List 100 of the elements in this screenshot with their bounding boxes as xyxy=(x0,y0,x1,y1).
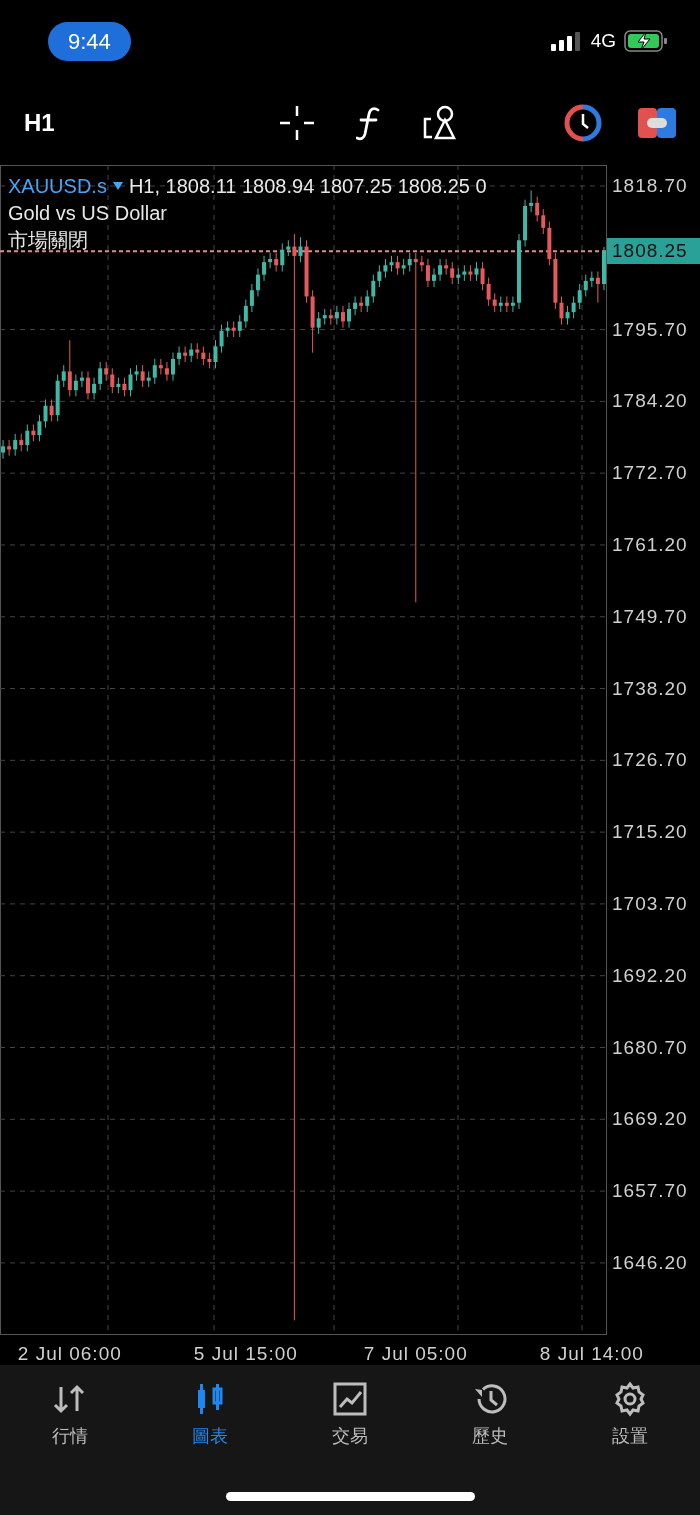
candlestick xyxy=(25,423,30,452)
price-label: 1795.70 xyxy=(612,318,688,341)
price-label: 1692.20 xyxy=(612,964,688,987)
tab-item[interactable]: 圖表 xyxy=(140,1381,280,1450)
quote-text: H1, 1808.11 1808.94 1807.25 1808.25 0 xyxy=(128,174,487,199)
candlestick xyxy=(486,277,491,307)
price-label: 1818.70 xyxy=(612,174,688,197)
price-label: 1772.70 xyxy=(612,462,688,485)
price-label: 1646.20 xyxy=(612,1251,688,1274)
time-label: 5 Jul 15:00 xyxy=(193,1342,298,1366)
candlestick xyxy=(407,252,412,273)
candlestick xyxy=(219,324,224,354)
tab-item[interactable]: 行情 xyxy=(0,1381,140,1450)
candlestick xyxy=(213,339,218,369)
candlestick xyxy=(425,258,430,288)
candlestick xyxy=(347,302,352,329)
candlestick xyxy=(535,196,540,223)
candlestick xyxy=(334,305,339,326)
candlestick xyxy=(510,295,515,313)
tab-item[interactable]: 交易 xyxy=(280,1381,420,1450)
candlestick xyxy=(98,361,103,391)
status-time: 9:44 xyxy=(48,21,131,61)
timeframe-button[interactable]: H1 xyxy=(24,104,84,141)
candlestick xyxy=(480,261,485,291)
candlestick xyxy=(79,370,84,388)
function-icon[interactable] xyxy=(356,104,382,141)
price-label: 1657.70 xyxy=(612,1180,688,1203)
candlestick xyxy=(61,364,66,388)
price-label: 1680.70 xyxy=(612,1036,688,1059)
candlestick xyxy=(262,255,267,282)
candlestick xyxy=(492,292,497,313)
candlestick xyxy=(395,255,400,276)
price-label: 1784.20 xyxy=(612,390,688,413)
candlestick xyxy=(177,345,182,366)
candlestick xyxy=(383,258,388,279)
candlestick xyxy=(152,358,157,385)
candlestick xyxy=(413,252,418,603)
candlestick xyxy=(7,439,12,457)
price-label: 1726.70 xyxy=(612,749,688,772)
candlestick xyxy=(49,398,54,422)
candlestick xyxy=(419,255,424,273)
candlestick xyxy=(128,367,133,397)
candlestick xyxy=(316,311,321,335)
candlestick xyxy=(164,361,169,382)
market-status: 市場關閉 xyxy=(8,228,88,253)
time-label: 8 Jul 14:00 xyxy=(539,1342,644,1366)
candlestick xyxy=(183,345,188,363)
candlestick xyxy=(541,208,546,235)
candlestick xyxy=(140,364,145,388)
candlestick xyxy=(86,370,91,400)
shapes-icon[interactable] xyxy=(422,104,458,141)
candlestick xyxy=(73,374,78,397)
candlestick xyxy=(583,274,588,297)
price-label: 1703.70 xyxy=(612,892,688,915)
candlestick xyxy=(249,283,254,313)
candlestick xyxy=(438,258,443,282)
price-label: 1669.20 xyxy=(612,1108,688,1131)
candlestick xyxy=(353,295,358,316)
time-label: 7 Jul 05:00 xyxy=(363,1342,468,1366)
network-label: 4G xyxy=(590,28,616,53)
symbol-description: Gold vs US Dollar xyxy=(8,201,167,226)
crosshair-icon[interactable] xyxy=(278,103,316,142)
toggle-icon[interactable] xyxy=(638,107,676,138)
clock-icon[interactable] xyxy=(564,103,602,142)
candlestick xyxy=(377,264,382,288)
candlestick xyxy=(122,377,127,397)
symbol-link[interactable]: XAUUSD.s xyxy=(8,171,107,201)
candlestick xyxy=(158,358,163,376)
candlestick xyxy=(243,299,248,329)
price-label: 1738.20 xyxy=(612,677,688,700)
candlestick xyxy=(571,295,576,319)
candlestick xyxy=(1,439,6,460)
candlestick xyxy=(432,267,437,288)
candlestick xyxy=(577,283,582,310)
candlestick xyxy=(237,314,242,338)
settings-icon xyxy=(612,1381,648,1417)
candlestick xyxy=(43,398,48,429)
tab-item[interactable]: 設置 xyxy=(560,1381,700,1450)
candlestick xyxy=(340,305,345,329)
price-label: 1749.70 xyxy=(612,605,688,628)
candlestick xyxy=(255,267,260,297)
candlestick xyxy=(274,252,279,273)
candlestick xyxy=(280,242,285,273)
time-label: 2 Jul 06:00 xyxy=(17,1342,122,1366)
candlestick xyxy=(189,342,194,363)
candlestick xyxy=(298,236,303,263)
candlestick xyxy=(595,271,600,304)
candlestick xyxy=(444,258,449,276)
candlestick xyxy=(529,189,534,213)
tab-item[interactable]: 歷史 xyxy=(420,1381,560,1450)
candlestick xyxy=(450,261,455,285)
caret-icon[interactable] xyxy=(112,182,123,190)
current-price-tag: 1808.25 xyxy=(607,238,700,265)
candlestick xyxy=(559,295,564,326)
price-label: 1761.20 xyxy=(612,533,688,556)
candlestick xyxy=(67,339,72,397)
candlestick xyxy=(292,233,297,1321)
candlestick xyxy=(104,361,109,382)
candlestick xyxy=(171,352,175,382)
price-label: 1715.20 xyxy=(612,821,688,844)
